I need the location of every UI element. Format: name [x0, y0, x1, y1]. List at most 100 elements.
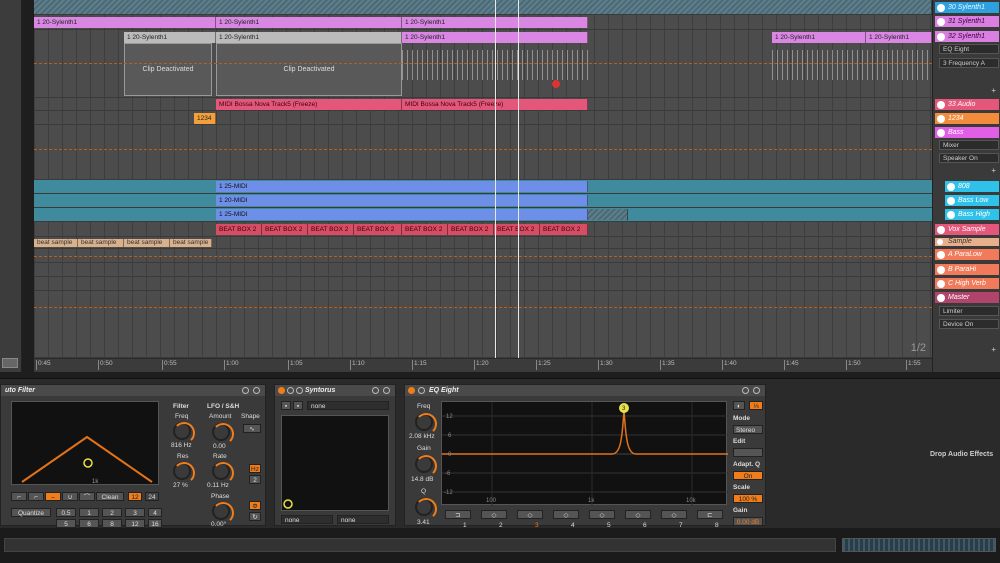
auto-filter-device[interactable]: uto Filter 1k ⌐ ⌐ ⌢ ∪ ⌒ Clean 12 24 Quan… — [0, 384, 266, 528]
lane-32[interactable]: 1 20-Sylenth1 1 20-Sylenth1 1 20-Sylenth… — [34, 30, 932, 98]
quantize-value[interactable]: 3 — [125, 508, 145, 517]
edit-button[interactable] — [733, 448, 763, 457]
filter-type-lp-button[interactable]: ⌐ — [11, 492, 27, 501]
lane-bass-high[interactable]: 1 25-MIDI — [34, 208, 932, 222]
clip[interactable]: BEAT BOX 2 — [308, 224, 354, 235]
clip[interactable]: BEAT BOX 2 — [354, 224, 402, 235]
phase-knob[interactable] — [212, 502, 234, 524]
lane-sample[interactable]: beat sample beat sample beat sample beat… — [34, 237, 932, 249]
band-filter-type-icon[interactable]: ⊏ — [697, 510, 723, 519]
track-header-return-c[interactable]: C High Verb — [935, 278, 999, 289]
device-wrench-icon[interactable] — [296, 387, 303, 394]
rate-hz-button[interactable]: Hz — [249, 464, 261, 473]
track-fold-icon[interactable] — [937, 18, 945, 26]
track-header-bass[interactable]: Bass — [935, 127, 999, 138]
playhead[interactable] — [518, 0, 519, 358]
device-title-bar[interactable]: uto Filter — [1, 385, 265, 396]
clip[interactable]: 1 20-Sylenth1 — [34, 17, 216, 28]
track-fold-icon[interactable] — [937, 226, 945, 234]
shape-sine-icon[interactable]: ∿ — [243, 424, 261, 433]
band-filter-type-icon[interactable]: ◇ — [589, 510, 615, 519]
filter-circuit-button[interactable]: Clean — [96, 492, 124, 501]
automation-device-select[interactable]: Limiter — [939, 306, 999, 316]
track-header-32[interactable]: 32 Sylenth1 — [935, 31, 999, 42]
track-header-808[interactable]: 808 — [945, 181, 999, 192]
clip[interactable]: BEAT BOX 2 — [262, 224, 308, 235]
rate-knob[interactable] — [212, 462, 234, 484]
eq-eight-device[interactable]: EQ Eight Freq 2.08 kHz Gain 14.8 dB Q 3.… — [404, 384, 766, 529]
clip[interactable]: BEAT BOX 2 — [494, 224, 540, 235]
syntorus-device[interactable]: Syntorus ▪ ▪ none none none — [274, 384, 396, 526]
device-save-icon[interactable] — [253, 387, 260, 394]
preset-save-icon[interactable]: ▪ — [293, 401, 303, 410]
quantize-value[interactable]: 6 — [79, 519, 99, 528]
lane-bass-low[interactable]: 1 20-MIDI — [34, 194, 932, 208]
lane-1234[interactable]: 1234 — [34, 111, 932, 125]
track-fold-icon[interactable] — [937, 251, 945, 259]
eq-q-knob[interactable] — [415, 498, 437, 520]
quantize-value[interactable]: 4 — [148, 508, 162, 517]
track-header-33[interactable]: 33 Audio — [935, 99, 999, 110]
filter-type-notch-button[interactable]: ∪ — [62, 492, 78, 501]
band-filter-type-icon[interactable]: ⊐ — [445, 510, 471, 519]
track-fold-icon[interactable] — [937, 280, 945, 288]
syntorus-select-1[interactable]: none — [281, 515, 333, 524]
band-filter-type-icon[interactable]: ◇ — [625, 510, 651, 519]
quantize-value[interactable]: 8 — [102, 519, 122, 528]
clip[interactable]: 1 20-Sylenth1 — [216, 17, 402, 28]
preset-folder-icon[interactable]: ▪ — [281, 401, 291, 410]
device-power-icon[interactable] — [408, 387, 415, 394]
automation-device-select[interactable]: EQ Eight — [939, 44, 999, 54]
lane-return-b[interactable] — [34, 263, 932, 277]
timeline-ruler[interactable]: 0:45 0:50 0:55 1:00 1:05 1:10 1:15 1:20 … — [34, 358, 932, 372]
automation-device-select[interactable]: Mixer — [939, 140, 999, 150]
adapt-q-toggle[interactable]: On — [733, 471, 763, 480]
lane-return-a[interactable] — [34, 249, 932, 263]
track-header-vox[interactable]: Vox Sample — [935, 224, 999, 235]
track-header-return-a[interactable]: A ParaLow — [935, 249, 999, 260]
clip-deactivated[interactable]: Clip Deactivated — [216, 43, 402, 96]
track-fold-icon[interactable] — [937, 294, 945, 302]
band-filter-type-icon[interactable]: ◇ — [481, 510, 507, 519]
gain-out-value[interactable]: 0.00 dB — [733, 517, 763, 526]
track-header-31[interactable]: 31 Sylenth1 — [935, 16, 999, 27]
track-fold-icon[interactable] — [947, 211, 955, 219]
add-lane-icon[interactable]: + — [991, 345, 996, 354]
track-header-30[interactable]: 30 Sylenth1 — [935, 2, 999, 13]
mini-button[interactable] — [2, 358, 18, 368]
device-save-icon[interactable] — [753, 387, 760, 394]
clip[interactable]: BEAT BOX 2 — [448, 224, 494, 235]
quantize-value[interactable]: 5 — [56, 519, 76, 528]
device-settings-icon[interactable] — [372, 387, 379, 394]
device-fold-icon[interactable] — [287, 387, 294, 394]
clip[interactable]: BEAT BOX 2 — [402, 224, 448, 235]
eq-freq-knob[interactable] — [415, 413, 437, 435]
device-title-bar[interactable]: Syntorus — [275, 385, 395, 396]
track-fold-icon[interactable] — [937, 115, 945, 123]
loop-marker[interactable] — [495, 0, 496, 358]
res-knob[interactable] — [173, 462, 195, 484]
clip[interactable]: 1 20-Sylenth1 — [216, 32, 402, 43]
track-fold-icon[interactable] — [947, 197, 955, 205]
scale-value[interactable]: 100 % — [733, 494, 763, 503]
filter-type-bp-button[interactable]: ⌢ — [45, 492, 61, 501]
track-fold-icon[interactable] — [937, 239, 943, 245]
track-header-1234[interactable]: 1234 — [935, 113, 999, 124]
phase-mode-icon[interactable]: Φ — [249, 501, 261, 510]
device-title-bar[interactable]: EQ Eight — [405, 385, 765, 396]
automation-param-select[interactable]: Device On — [939, 319, 999, 329]
eq-headphones-icon[interactable]: ◐ — [733, 401, 745, 410]
quantize-value[interactable]: 1 — [79, 508, 99, 517]
clip[interactable]: BEAT BOX 2 — [540, 224, 588, 235]
clip[interactable]: beat sample — [124, 239, 170, 247]
clip[interactable]: 1 25-MIDI — [216, 209, 588, 220]
quantize-value[interactable]: 12 — [125, 519, 145, 528]
arrangement-view[interactable]: 1 20-Sylenth1 1 20-Sylenth1 1 20-Sylenth… — [34, 0, 932, 358]
filter-type-morph-button[interactable]: ⌒ — [79, 492, 95, 501]
quantize-value[interactable]: 2 — [102, 508, 122, 517]
lane-808[interactable]: 1 25-MIDI — [34, 180, 932, 194]
lane-bass[interactable] — [34, 125, 932, 180]
lane-master[interactable] — [34, 291, 932, 358]
track-header-sample[interactable]: Sample — [935, 238, 999, 246]
track-fold-icon[interactable] — [937, 266, 945, 274]
